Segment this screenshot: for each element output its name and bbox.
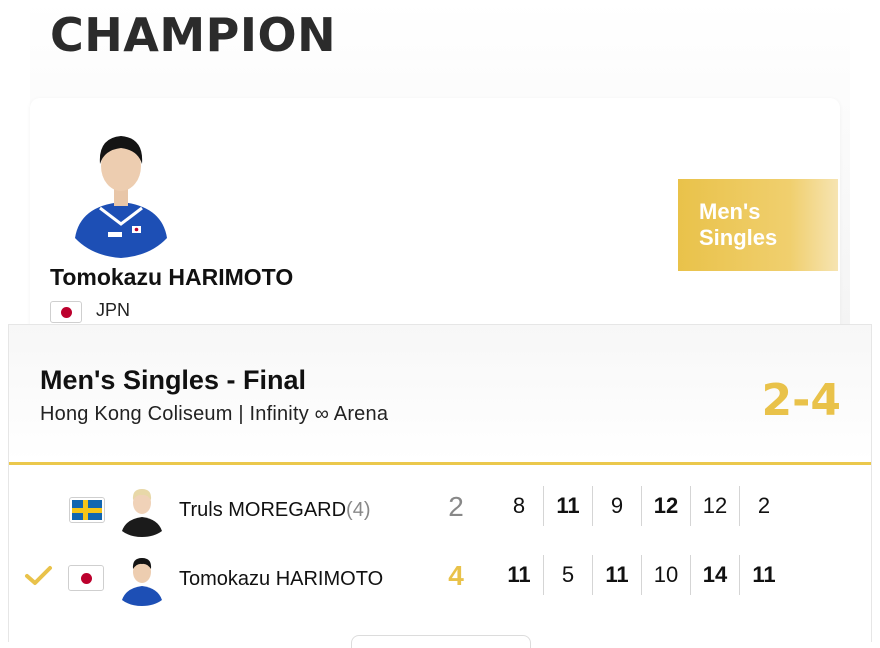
match-card[interactable]: Men's Singles - Final Hong Kong Coliseum…	[8, 324, 872, 648]
champion-card[interactable]: Tomokazu HARIMOTO JPN Men's Singles	[30, 98, 840, 350]
game-score: 12	[690, 486, 739, 526]
game-scores: 11 5 11 10 14 11	[495, 555, 788, 595]
player-name-text: Tomokazu HARIMOTO	[179, 568, 384, 590]
divider	[9, 462, 871, 465]
checkmark-icon	[25, 566, 52, 585]
champion-section: CHAMPION Tomokazu HARIMOTO JPN Men's Sin…	[30, 0, 850, 360]
player-row[interactable]: Tomokazu HARIMOTO 4 11 5 11 10 14 11	[9, 543, 871, 606]
game-scores: 8 11 9 12 12 2	[495, 486, 788, 526]
player-row[interactable]: Truls MOREGARD(4) 2 8 11 9 12 12 2	[9, 474, 871, 537]
sets-won: 4	[448, 560, 464, 591]
game-score: 11	[592, 555, 641, 595]
champion-name[interactable]: Tomokazu HARIMOTO	[50, 264, 293, 291]
sets-won: 2	[448, 491, 464, 522]
player-seed: (4)	[346, 499, 371, 521]
game-score: 5	[543, 555, 592, 595]
player-name[interactable]: Truls MOREGARD(4)	[179, 499, 371, 522]
game-score: 2	[739, 486, 788, 526]
champion-heading: CHAMPION	[50, 8, 337, 62]
player-name[interactable]: Tomokazu HARIMOTO	[179, 568, 383, 591]
game-score: 14	[690, 555, 739, 595]
match-score: 2-4	[761, 375, 842, 426]
flag-jpn-icon	[50, 301, 82, 323]
champion-country: JPN	[96, 300, 131, 320]
match-title: Men's Singles - Final	[40, 365, 306, 395]
game-score: 11	[543, 486, 592, 526]
game-score: 9	[592, 486, 641, 526]
game-score: 11	[507, 562, 531, 587]
player-avatar	[121, 489, 163, 537]
flag-swe-icon	[69, 497, 105, 523]
event-badge: Men's Singles	[678, 179, 838, 271]
champion-avatar	[71, 136, 171, 258]
match-venue: Hong Kong Coliseum | Infinity ∞ Arena	[40, 403, 389, 425]
game-score: 10	[641, 555, 690, 595]
game-score: 11	[739, 555, 788, 595]
more-tab[interactable]	[351, 635, 531, 648]
player-name-text: Truls MOREGARD	[179, 499, 347, 521]
flag-jpn-icon	[68, 565, 104, 591]
game-score: 12	[641, 486, 690, 526]
player-avatar	[121, 558, 163, 606]
game-score: 8	[512, 493, 526, 518]
